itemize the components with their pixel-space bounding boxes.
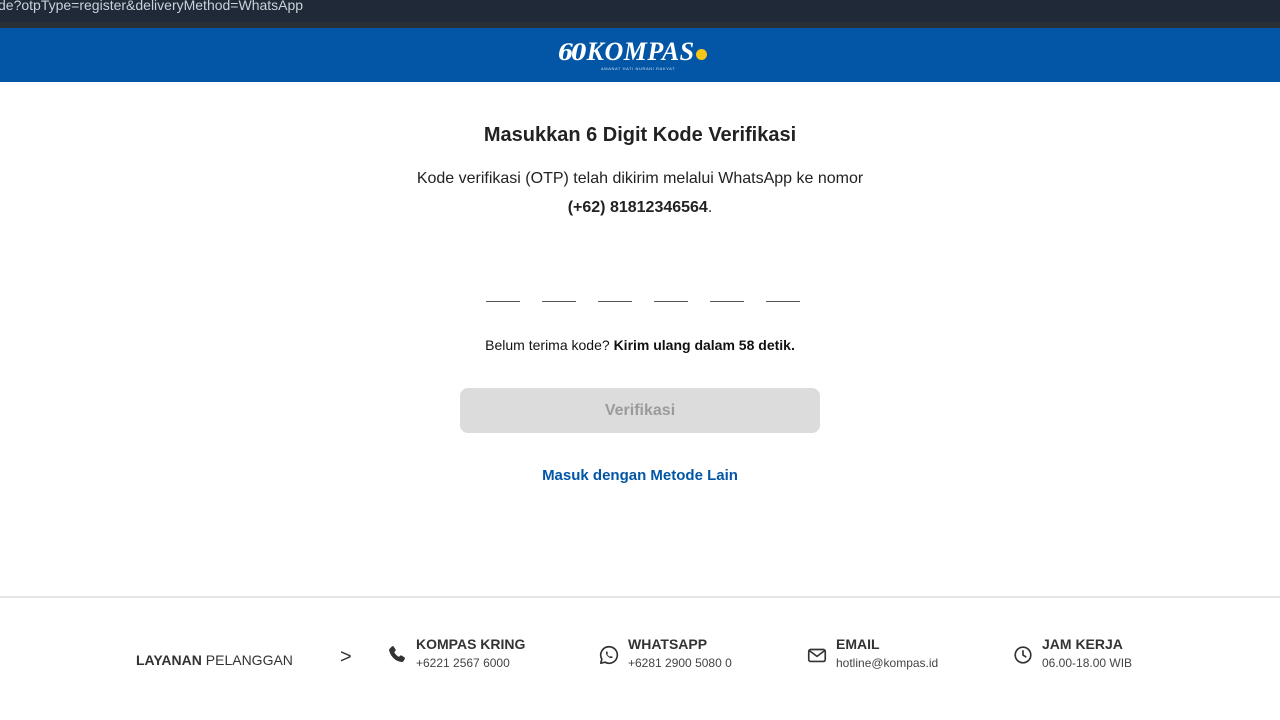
footer-item-kompas-kring[interactable]: KOMPAS KRING +6221 2567 6000	[386, 636, 525, 671]
otp-input-group	[486, 286, 800, 302]
footer-item-title: EMAIL	[836, 636, 880, 652]
otp-description: Kode verifikasi (OTP) telah dikirim mela…	[416, 170, 864, 187]
logo-tagline: AMANAT HATI NURANI RAKYAT	[601, 66, 676, 71]
footer-item-title: WHATSAPP	[628, 636, 708, 652]
verify-button[interactable]: Verifikasi	[460, 388, 820, 433]
footer-item-value: +6221 2567 6000	[416, 656, 510, 670]
otp-digit-5[interactable]	[710, 286, 744, 302]
phone-icon	[389, 646, 405, 663]
mail-icon	[807, 648, 827, 663]
customer-service-label: LAYANAN PELANGGAN	[136, 652, 293, 668]
otp-digit-3[interactable]	[598, 286, 632, 302]
footer-item-value: 06.00-18.00 WIB	[1042, 656, 1133, 670]
logo-wordmark: KOMPAS	[586, 37, 695, 66]
footer-item-working-hours: JAM KERJA 06.00-18.00 WIB	[1012, 636, 1132, 671]
otp-digit-4[interactable]	[654, 286, 688, 302]
page-title: Masukkan 6 Digit Kode Verifikasi	[483, 124, 797, 146]
chevron-right-icon[interactable]: >	[340, 646, 352, 669]
phone-suffix: .	[707, 199, 713, 216]
footer-item-value: hotline@kompas.id	[836, 656, 939, 670]
logo-badge-icon	[695, 49, 707, 60]
kompas-logo[interactable]: 60 KOMPAS AMANAT HATI NURANI RAKYAT	[558, 37, 707, 73]
service-label-rest: PELANGGAN	[205, 652, 293, 668]
url-text: de?otpType=register&deliveryMethod=Whats…	[0, 0, 304, 13]
whatsapp-icon	[599, 645, 619, 665]
phone-number: (+62) 81812346564	[567, 199, 708, 216]
resend-prefix: Belum terima kode?	[485, 337, 610, 353]
browser-url-bar[interactable]: de?otpType=register&deliveryMethod=Whats…	[0, 0, 1280, 22]
otp-digit-1[interactable]	[486, 286, 520, 302]
resend-countdown: Kirim ulang dalam 58 detik.	[613, 337, 795, 353]
footer-item-email[interactable]: EMAIL hotline@kompas.id	[806, 636, 938, 671]
customer-service-footer: LAYANAN PELANGGAN > KOMPAS KRING +6221 2…	[0, 598, 1280, 720]
otp-digit-2[interactable]	[542, 286, 576, 302]
footer-item-value: +6281 2900 5080 0	[628, 656, 732, 670]
service-label-bold: LAYANAN	[136, 652, 202, 668]
brand-header: 60 KOMPAS AMANAT HATI NURANI RAKYAT	[0, 28, 1280, 82]
otp-phone-line: (+62) 81812346564.	[0, 199, 1280, 217]
otp-digit-6[interactable]	[766, 286, 800, 302]
footer-item-title: KOMPAS KRING	[416, 636, 526, 652]
footer-item-title: JAM KERJA	[1042, 636, 1123, 652]
resend-info: Belum terima kode? Kirim ulang dalam 58 …	[0, 337, 1280, 353]
other-login-method-link[interactable]: Masuk dengan Metode Lain	[0, 467, 1280, 484]
footer-item-whatsapp[interactable]: WHATSAPP +6281 2900 5080 0	[598, 636, 732, 671]
logo-anniversary-number: 60	[558, 40, 587, 66]
clock-icon	[1014, 646, 1032, 664]
